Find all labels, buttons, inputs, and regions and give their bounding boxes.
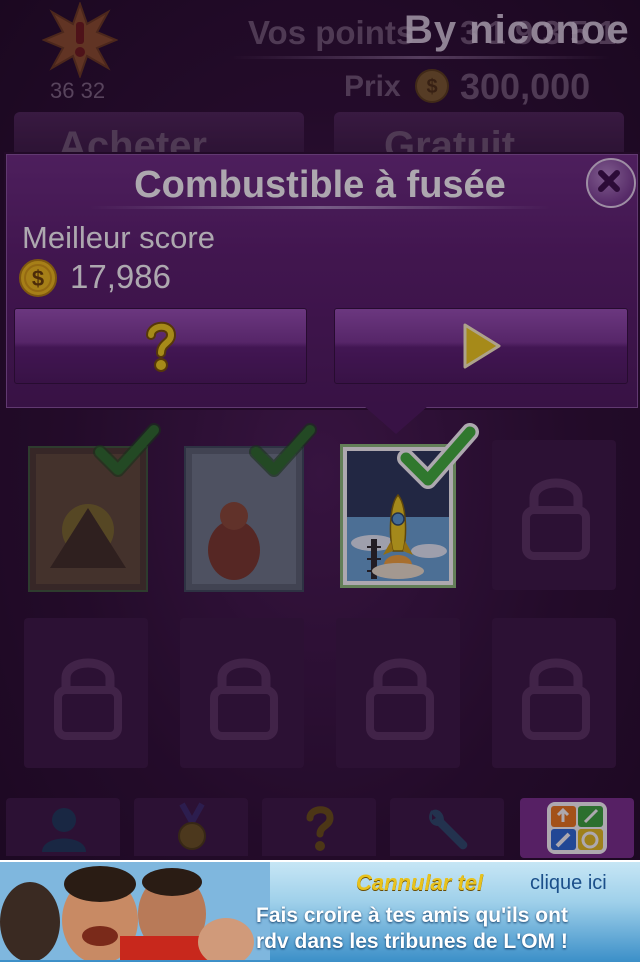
best-score-label: Meilleur score [22, 220, 215, 255]
ad-text-line-1: Fais croire à tes amis qu'ils ont [256, 904, 568, 927]
dialog-title: Combustible à fusée [134, 164, 506, 206]
lock-icon [522, 658, 590, 740]
lock-icon [522, 478, 590, 560]
price-label: Prix [344, 70, 401, 103]
help-icon [306, 806, 334, 851]
wrench-icon [429, 809, 468, 850]
price-value: 300,000 [460, 66, 591, 107]
svg-text:$: $ [426, 76, 437, 98]
question-mark-icon [146, 321, 177, 372]
alert-burst-icon [42, 2, 118, 78]
help-button[interactable] [14, 308, 307, 384]
close-button[interactable] [586, 158, 636, 208]
ad-link[interactable]: clique ici [530, 872, 607, 895]
svg-text:$: $ [32, 266, 44, 291]
lock-icon [366, 658, 434, 740]
lock-icon [210, 658, 278, 740]
more-apps-icon [547, 802, 607, 854]
profile-tab[interactable] [6, 798, 120, 856]
more-apps-button[interactable] [520, 798, 634, 858]
lock-icon [54, 658, 122, 740]
title-divider [90, 206, 550, 209]
check-icon [93, 423, 161, 477]
watermark: By niconoe [404, 8, 630, 52]
ad-text-line-2: rdv dans les tribunes de L'OM ! [256, 930, 568, 953]
best-score-value: 17,986 [70, 258, 171, 295]
header-divider [230, 56, 610, 59]
achievements-tab[interactable] [134, 798, 248, 856]
ad-title: Cannular tel [356, 870, 484, 895]
check-icon [397, 423, 479, 489]
play-triangle-icon [463, 323, 501, 369]
ad-photo [0, 862, 270, 960]
close-icon [598, 170, 620, 192]
alert-count: 36 32 [50, 78, 106, 103]
medal-icon [178, 802, 206, 850]
points-label: Vos points [248, 14, 415, 51]
check-icon [249, 423, 317, 477]
profile-icon [42, 808, 86, 852]
coin-icon: $ [19, 259, 57, 297]
coin-icon: $ [415, 69, 449, 103]
play-button[interactable] [334, 308, 628, 384]
settings-tab[interactable] [390, 798, 504, 856]
help-tab[interactable] [262, 798, 376, 856]
